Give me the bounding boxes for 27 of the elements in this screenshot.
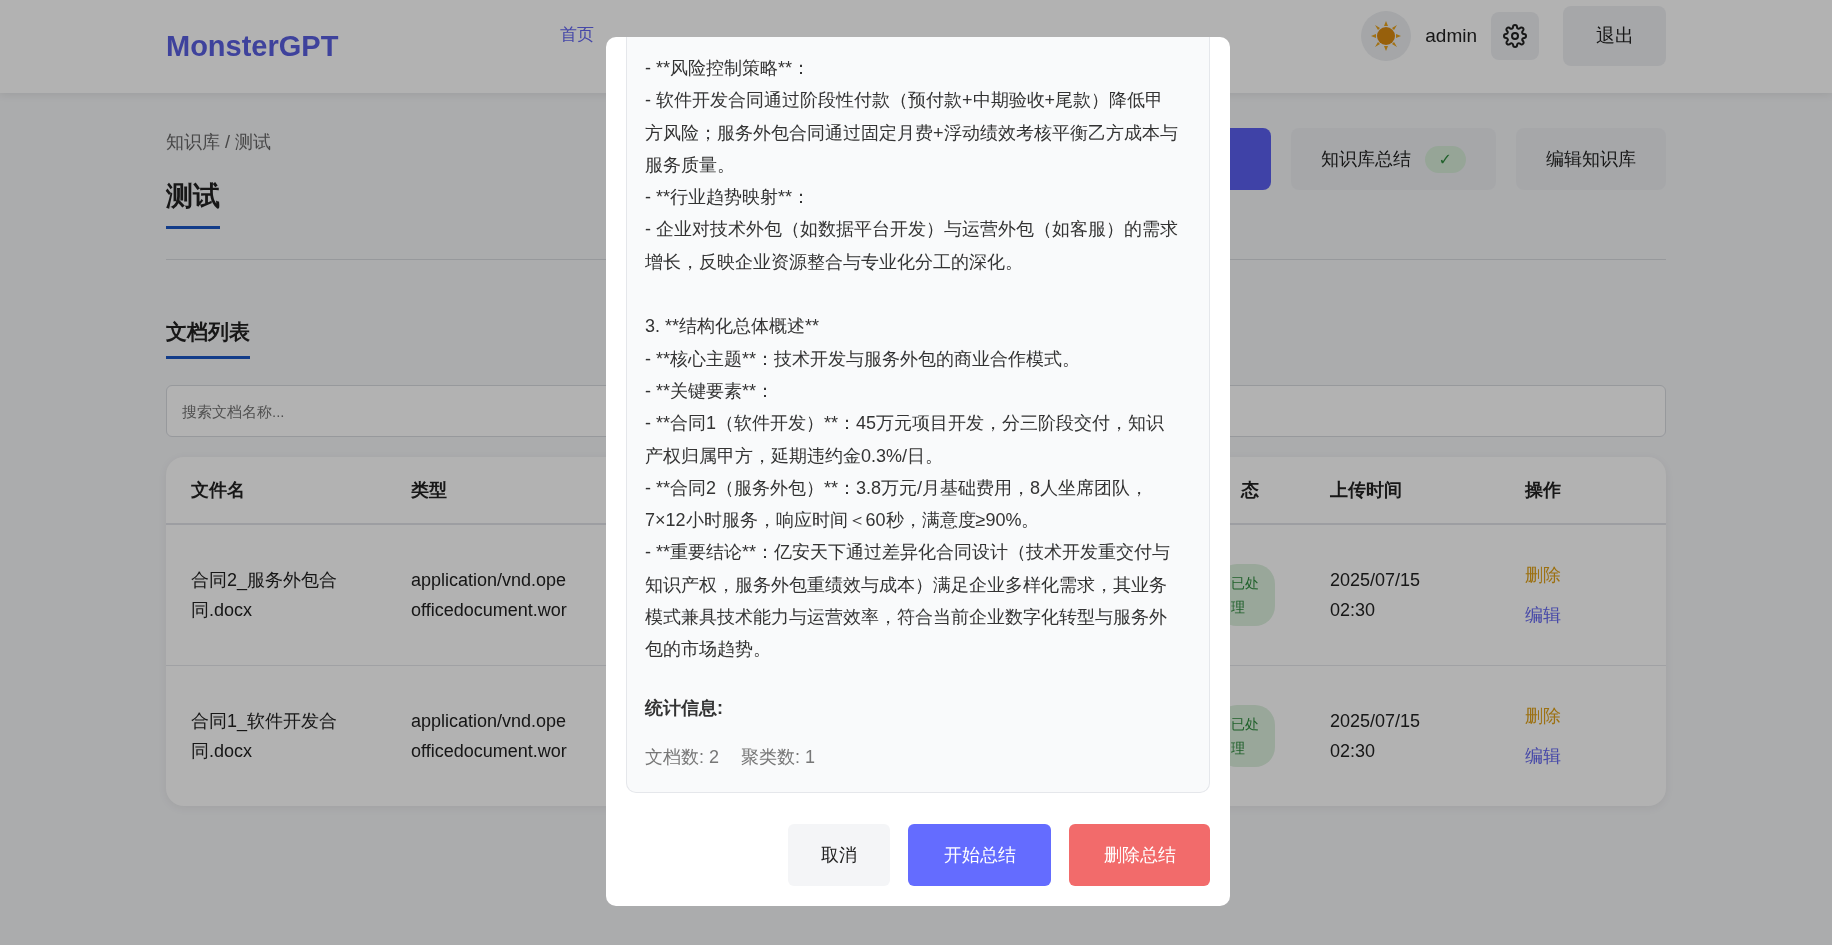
summary-text: - **重要结论**：亿安天下通过差异化合同设计（技术开发重交付与知识产权，服务外包重绩效与成本）满足企业多样化需求，其业务模式兼具技术能力与运营效率，符合当前企业数字化转型与服务外包的市场趋势。 [645, 541, 1171, 662]
stats-text: 文档数: 2 [645, 745, 719, 769]
type-text: officedocument.wor [411, 740, 567, 763]
table-cell: 2025/07/15 02:30 [1305, 665, 1500, 806]
breadcrumb: 知识库 / 测试 [166, 131, 271, 154]
column-header: 文件名 [166, 457, 386, 524]
table-cell: 2025/07/15 02:30 [1305, 524, 1500, 666]
summary-text: - 企业对技术外包（如数据平台开发）与运营外包（如客服）的需求增长，反映企业资源整合与专业化分工的深化。 [645, 218, 1179, 274]
stats-title: 统计信息: [645, 696, 724, 720]
summary-text: - **行业趋势映射**： [645, 186, 811, 210]
summary-text: - **风险控制策略**： [645, 57, 811, 80]
summary-text: 3. **结构化总体概述** [645, 315, 821, 339]
section-title: 文档列表 [166, 318, 250, 359]
type-text: application/vnd.ope [411, 710, 567, 733]
type-text: officedocument.wor [411, 599, 567, 622]
page-title: 测试 [166, 178, 220, 229]
check-badge: ✓ [1424, 145, 1466, 173]
summary-text: - **核心主题**：技术开发与服务外包的商业合作模式。 [645, 347, 1081, 371]
summary-text: - 软件开发合同通过阶段性付款（预付款+中期验收+尾款）降低甲方风险；服务外包合同通过固定月费+浮动绩效考核平衡乙方成本与服务质量。 [645, 89, 1179, 177]
summary-text: - **关键要素**： [645, 379, 775, 403]
column-header: 上传时间 [1305, 457, 1500, 524]
username: admin [1425, 25, 1477, 47]
table-cell: 合同2_服务外包合同.docx [166, 524, 386, 666]
type-text: application/vnd.ope [411, 569, 567, 592]
table-cell: 合同1_软件开发合同.docx [166, 665, 386, 806]
stats-text: 聚类数: 1 [741, 745, 816, 769]
column-header: 操作 [1500, 457, 1666, 524]
